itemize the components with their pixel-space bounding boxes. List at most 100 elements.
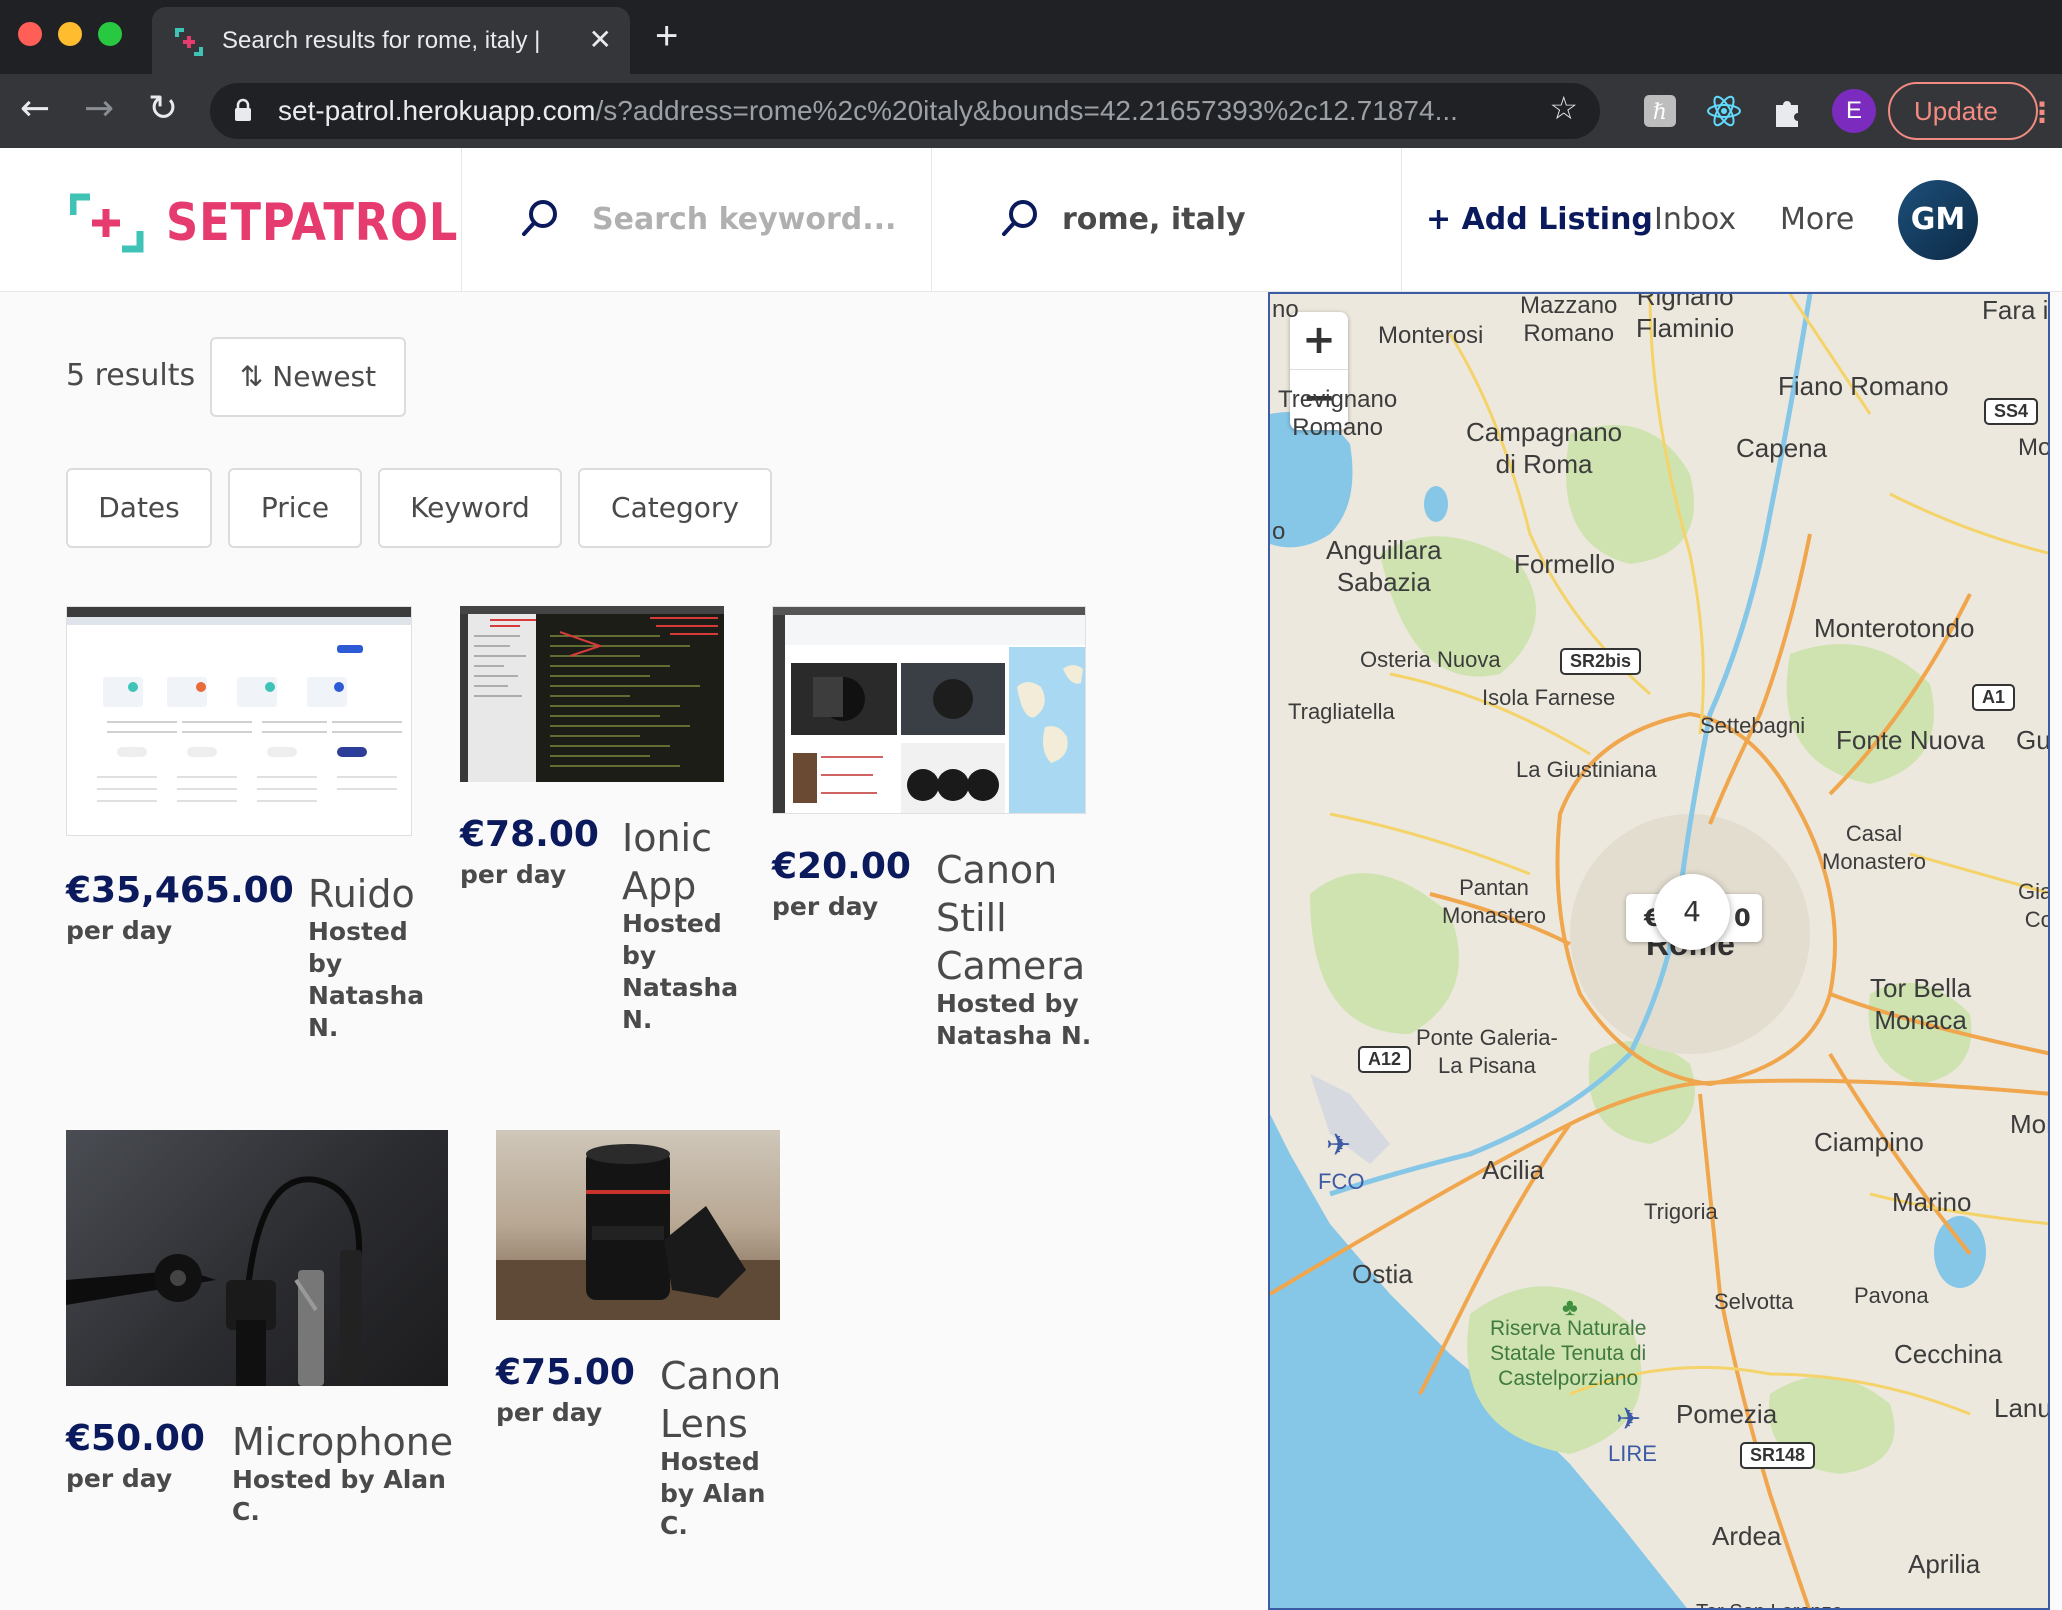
map-place-label: Selvotta [1714, 1289, 1794, 1314]
map-place-label: Mazzano Romano [1520, 292, 1618, 347]
road-shield: A1 [1972, 684, 2016, 711]
map-place-label: Campagnano di Roma [1466, 417, 1623, 479]
listing-thumbnail[interactable] [66, 606, 412, 836]
map-cluster-marker[interactable]: 4 [1654, 874, 1730, 950]
listing-title[interactable]: Microphone [232, 1418, 453, 1466]
filter-price-button[interactable]: Price [228, 468, 362, 548]
map-place-label: Tragliatella [1288, 699, 1395, 724]
setpatrol-logo-icon [70, 193, 144, 253]
maximize-window-button[interactable] [98, 22, 122, 46]
minimize-window-button[interactable] [58, 22, 82, 46]
location-search-input[interactable]: rome, italy [1062, 202, 1246, 237]
map-place-label: Ponte Galeria- La Pisana [1416, 1025, 1558, 1078]
sort-arrows-icon: ⇅ [239, 360, 264, 393]
park-tree-icon: ♣ [1562, 1294, 1578, 1321]
logo-text: SETPATROL [166, 193, 459, 253]
add-listing-link[interactable]: + Add Listing [1426, 202, 1653, 237]
listing-title[interactable]: Canon Lens [660, 1352, 784, 1448]
header-divider [1401, 148, 1402, 292]
map-place-label: LIRE [1608, 1441, 1657, 1466]
map-place-label: Trigoria [1644, 1199, 1718, 1224]
listing-title[interactable]: Ionic App [622, 814, 728, 910]
map-place-label: Fiano Romano [1778, 371, 1949, 401]
more-menu-link[interactable]: More [1780, 202, 1854, 237]
browser-menu-icon[interactable]: ⋮ [2028, 96, 2056, 129]
lock-icon [235, 98, 251, 121]
map-place-label: Rignano Flaminio [1636, 292, 1735, 343]
map-place-label: Pantan Monastero [1442, 875, 1546, 928]
listing-title[interactable]: Ruido [308, 870, 415, 918]
listing-price: €20.00 [772, 846, 911, 887]
react-devtools-icon[interactable] [1704, 91, 1744, 131]
new-tab-icon[interactable]: + [655, 14, 678, 59]
inbox-link[interactable]: Inbox [1654, 202, 1736, 237]
listing-host: Hosted by Alan C. [232, 1465, 446, 1526]
map-price-marker-end: 0 [1734, 904, 1751, 932]
sort-label: Newest [272, 360, 377, 393]
listing-price-unit: per day [66, 1464, 173, 1493]
map-place-label: Mor [2018, 434, 2048, 461]
listing-price-unit: per day [772, 892, 879, 921]
map-place-label: La Giustiniana [1516, 757, 1657, 782]
map-place-label: Ciampino [1814, 1127, 1924, 1157]
map-place-label: Isola Farnese [1482, 685, 1616, 710]
bookmark-star-icon[interactable]: ☆ [1549, 89, 1578, 127]
map-place-label: Monte [2010, 1109, 2048, 1139]
listing-thumbnail[interactable] [460, 606, 724, 782]
listing-card[interactable]: €78.00 per day Ionic App Hosted by Natasha… [460, 606, 738, 1046]
forward-arrow-icon[interactable]: → [84, 88, 114, 129]
filter-keyword-button[interactable]: Keyword [378, 468, 562, 548]
header-divider [931, 148, 932, 292]
browser-toolbar: ← → ↻ set-patrol.herokuapp.com/s?address… [0, 74, 2062, 148]
map-place-label: Monterosi [1378, 322, 1484, 349]
road-shield: SR148 [1740, 1442, 1816, 1469]
map-place-label: Fara i [1982, 295, 2049, 325]
listing-card[interactable]: €50.00 per day Microphone Hosted by Alan… [66, 1130, 453, 1526]
back-arrow-icon[interactable]: ← [20, 88, 50, 129]
location-search-icon [1002, 200, 1037, 236]
close-window-button[interactable] [18, 22, 42, 46]
listing-card[interactable]: €35,465.00 per day Ruido Hosted by Natasha… [66, 606, 424, 1046]
browser-tab-active[interactable]: Search results for rome, italy | ✕ [152, 7, 630, 74]
map-place-label: Fonte Nuova [1836, 725, 1985, 755]
update-button[interactable]: Update [1888, 82, 2038, 140]
keyword-search-input[interactable]: Search keyword... [592, 202, 896, 237]
svg-text:ℏ: ℏ [1653, 100, 1667, 125]
sort-button[interactable]: ⇅ Newest [210, 337, 406, 417]
map-place-label: no [1272, 296, 1299, 323]
listing-card[interactable]: €75.00 per day Canon Lens Hosted by Alan … [496, 1130, 786, 1540]
map-place-label: Pomezia [1676, 1399, 1778, 1429]
map-place-label: Tor Bella Monaca [1870, 973, 1972, 1035]
map-place-label: Gui [2016, 725, 2050, 755]
road-shield: SR2bis [1560, 648, 1642, 675]
listing-thumbnail[interactable] [772, 606, 1086, 814]
map-place-label: Casal Monastero [1822, 821, 1926, 874]
profile-avatar[interactable]: E [1832, 89, 1876, 133]
listing-host: Hosted by Natasha N. [622, 909, 739, 1034]
map-place-label: Capena [1736, 433, 1828, 463]
results-map[interactable]: + − no Mazzano Romano Rignano Flaminio Far… [1268, 292, 2050, 1610]
address-bar[interactable]: set-patrol.herokuapp.com/s?address=rome%… [210, 83, 1600, 139]
user-avatar[interactable]: GM [1898, 180, 1978, 260]
app-header: SETPATROL Search keyword... rome, italy … [0, 148, 2062, 292]
map-place-label: FCO [1318, 1169, 1365, 1194]
extensions-puzzle-icon[interactable] [1768, 91, 1808, 131]
listing-card[interactable]: €20.00 per day Canon Still Camera Hosted… [772, 606, 1092, 1066]
extension-puzzle-h-icon[interactable]: ℏ [1640, 91, 1680, 131]
filter-category-button[interactable]: Category [578, 468, 772, 548]
listing-host: Hosted by Alan C. [660, 1447, 766, 1540]
map-place-label: Marino [1892, 1187, 1972, 1217]
map-place-label: Settebagni [1700, 713, 1806, 738]
listing-thumbnail[interactable] [496, 1130, 780, 1320]
tab-title: Search results for rome, italy | [222, 27, 541, 54]
map-place-label: o [1272, 518, 1286, 545]
filter-dates-button[interactable]: Dates [66, 468, 212, 548]
listing-price: €75.00 [496, 1352, 635, 1393]
listing-price: €35,465.00 [66, 870, 294, 911]
listing-title[interactable]: Canon Still Camera [936, 846, 1090, 990]
listing-price: €50.00 [66, 1418, 205, 1459]
listing-thumbnail[interactable] [66, 1130, 448, 1386]
close-tab-icon[interactable]: ✕ [589, 23, 612, 56]
reload-icon[interactable]: ↻ [148, 88, 178, 129]
listing-host: Hosted by Natasha N. [308, 917, 425, 1042]
